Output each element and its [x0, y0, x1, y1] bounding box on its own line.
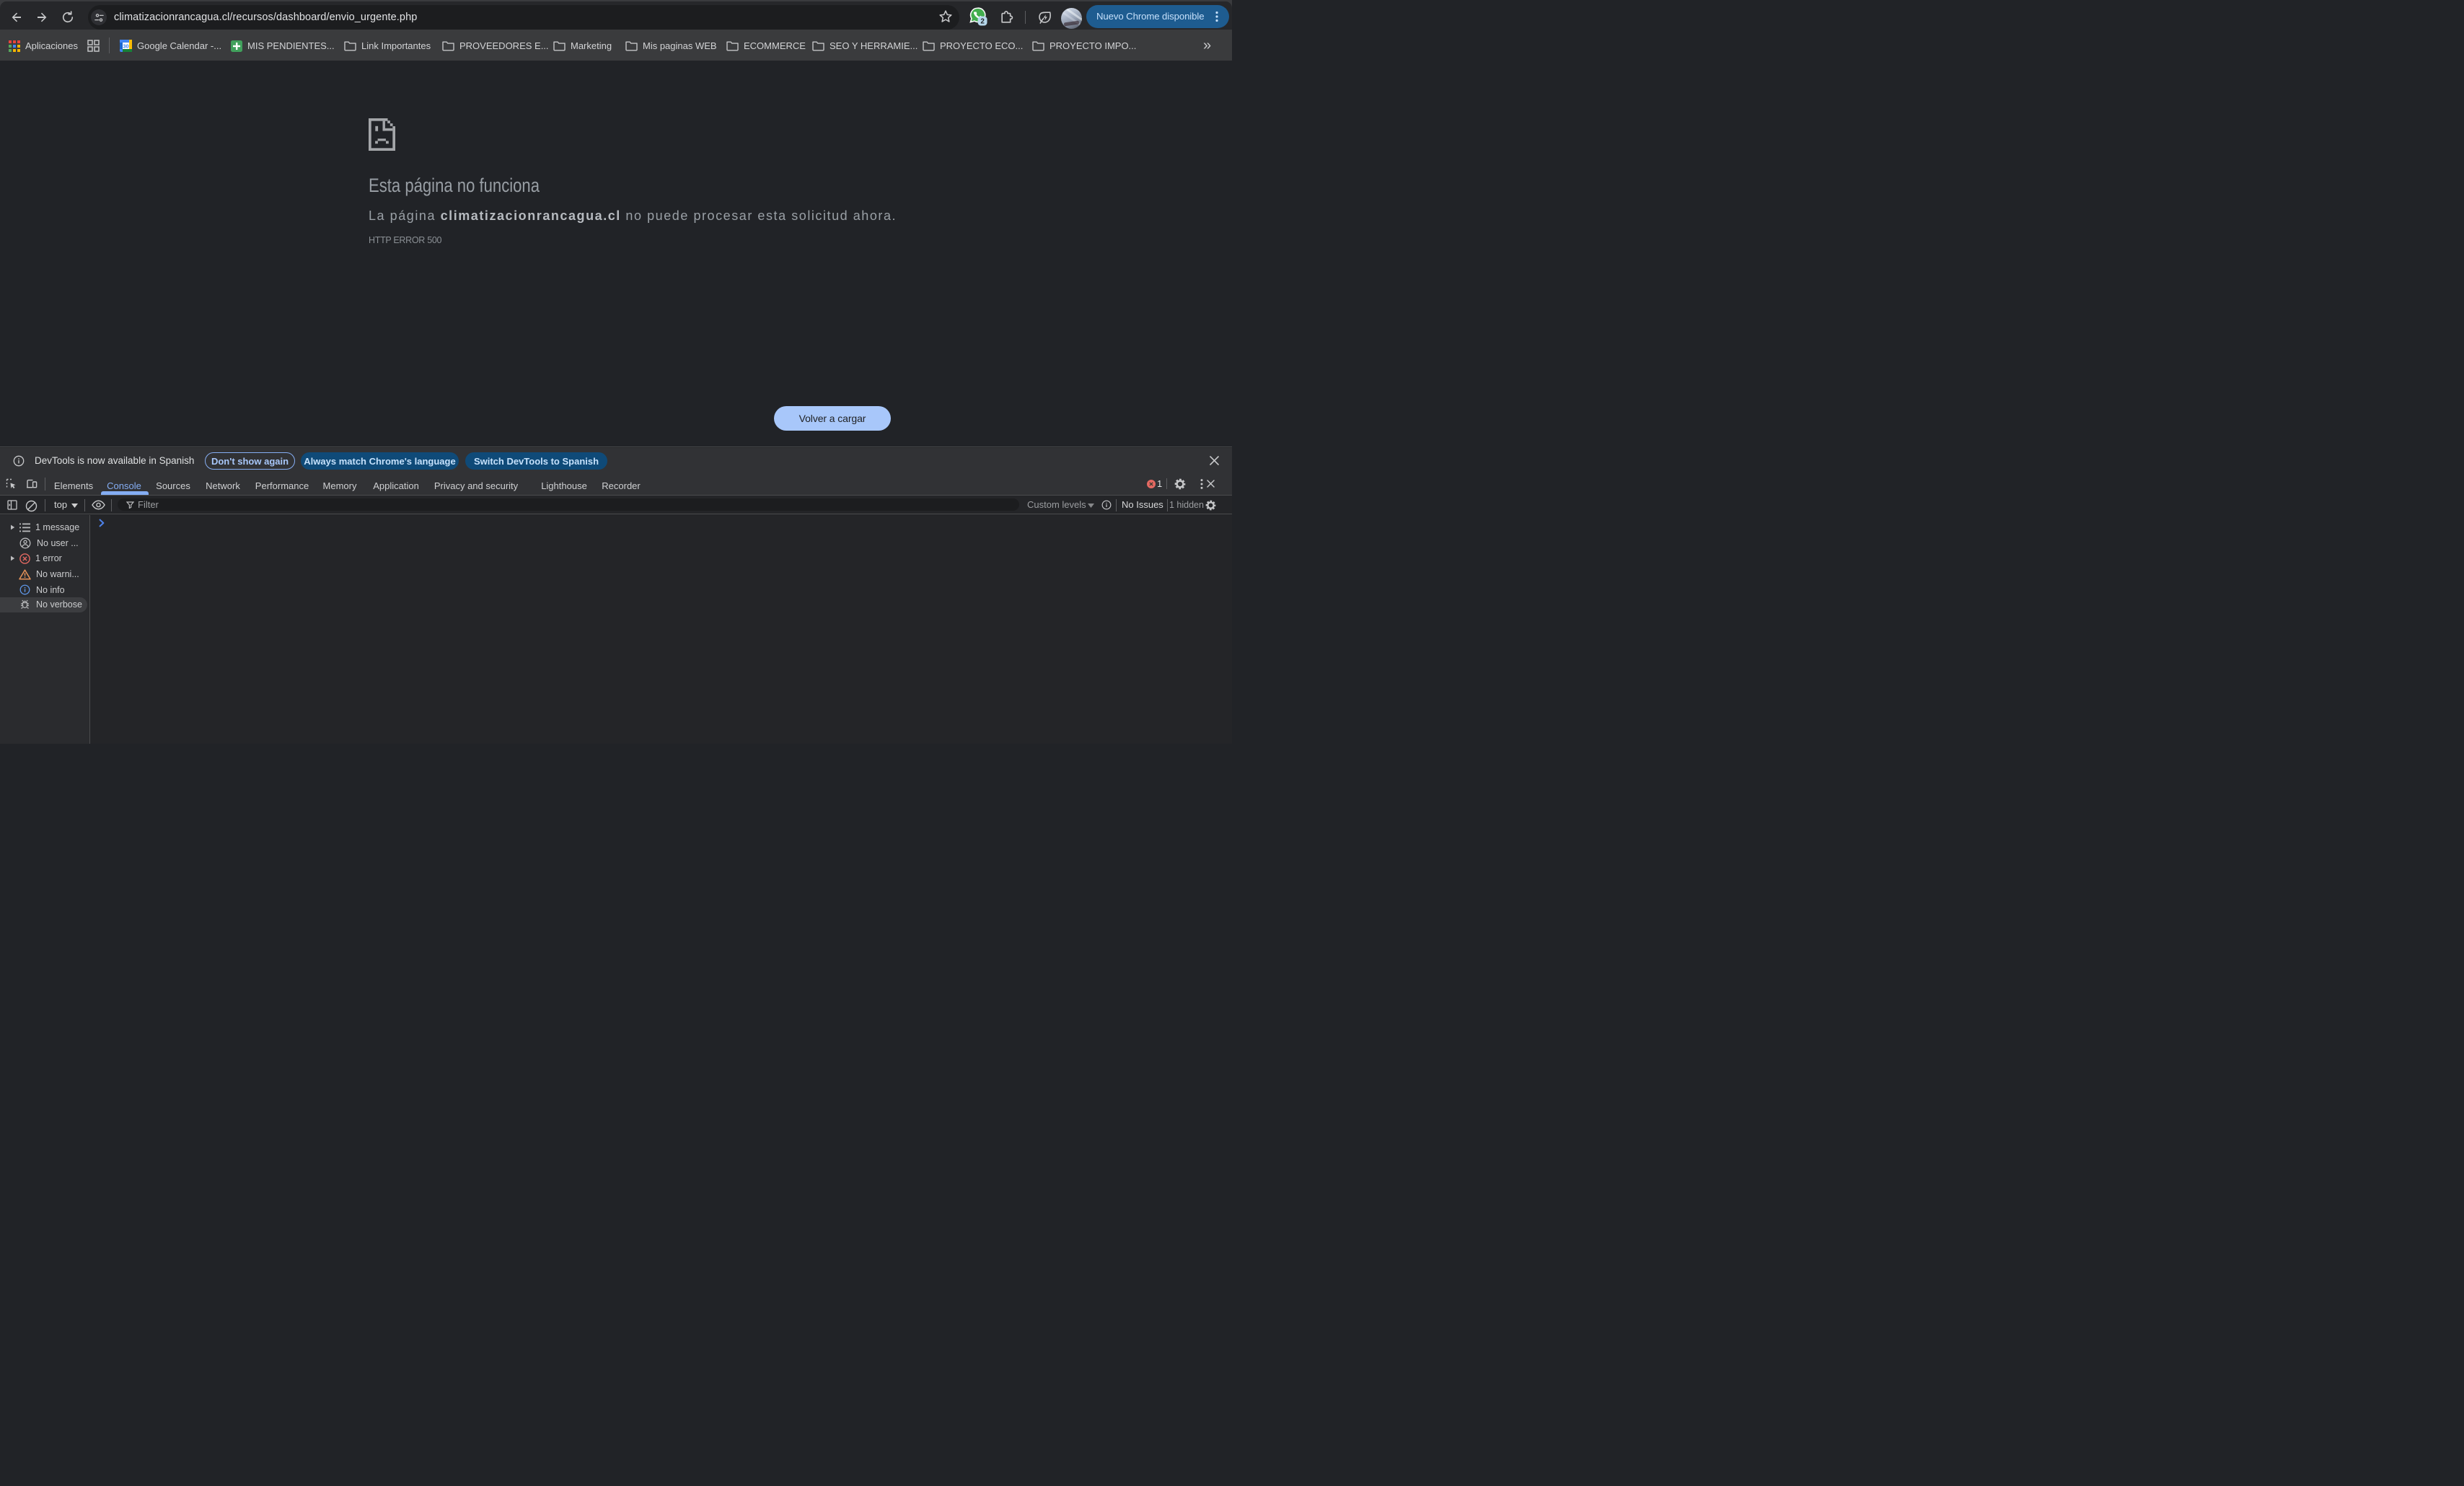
svg-text:2: 2 [980, 18, 985, 26]
svg-text:30: 30 [123, 43, 128, 50]
